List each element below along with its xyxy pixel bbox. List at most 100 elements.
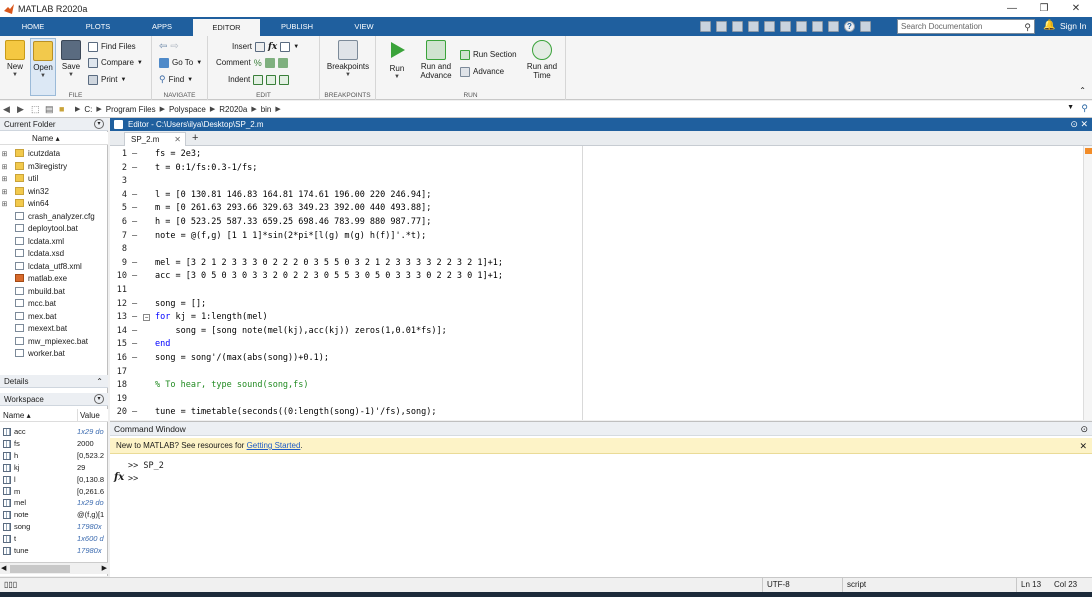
folder-list-item[interactable]: lcdata_utf8.xml (0, 261, 108, 274)
wrap-comment-icon[interactable] (277, 57, 288, 68)
back-forward-buttons[interactable]: ⇦ ⇨ (159, 40, 179, 53)
notification-bell-icon[interactable]: 🔔 (1043, 20, 1055, 31)
folder-list-item[interactable]: mex.bat (0, 311, 108, 324)
code-line[interactable]: 6– h = [0 523.25 587.33 659.25 698.46 783… (110, 216, 1083, 230)
editor-close-icon[interactable]: ✕ (1080, 119, 1088, 129)
tab-apps[interactable]: APPS (142, 17, 182, 36)
run-and-advance-button[interactable]: Run and Advance (416, 38, 456, 80)
layout-quick-icon[interactable] (828, 21, 839, 32)
code-line[interactable]: 4– l = [0 130.81 146.83 164.81 174.61 196… (110, 189, 1083, 203)
folder-list-item[interactable]: ⊞ icutzdata (0, 148, 108, 161)
folder-list-item[interactable]: mbuild.bat (0, 286, 108, 299)
command-window[interactable]: New to MATLAB? See resources for Getting… (110, 436, 1092, 577)
browse-folder-icon[interactable]: ▤ (45, 104, 55, 114)
increase-indent-icon[interactable] (266, 74, 277, 85)
code-line[interactable]: 16– song = song'/(max(abs(song))+0.1); (110, 352, 1083, 366)
folder-list-item[interactable]: ⊞ util (0, 173, 108, 186)
breadcrumb-bin[interactable]: bin (261, 105, 272, 114)
ws-name-column[interactable]: Name ▴ (3, 409, 31, 422)
folder-column-header[interactable]: Name ▴ (0, 132, 108, 145)
code-editor[interactable]: 1– fs = 2e3; 2– t = 0:1/fs:0.3-1/fs; 3 4– l = … (110, 146, 1083, 420)
run-button[interactable]: Run ▼ (385, 38, 409, 80)
search-documentation-input[interactable]: Search Documentation ⚲ (897, 19, 1035, 34)
code-line[interactable]: 1– fs = 2e3; (110, 148, 1083, 162)
search-icon[interactable]: ⚲ (1024, 21, 1031, 34)
code-line[interactable]: 14– song = [song note(mel(kj),acc(kj)) z… (110, 325, 1083, 339)
workspace-horizontal-scrollbar[interactable]: ◀ ▶ (0, 562, 108, 574)
breadcrumb-program-files[interactable]: Program Files (106, 105, 156, 114)
workspace-variable-row[interactable]: fs 2000 (0, 438, 108, 450)
workspace-variable-row[interactable]: l [0,130.8 (0, 474, 108, 486)
new-button[interactable]: New ▼ (3, 38, 27, 78)
forward-arrow-icon[interactable]: ⇨ (170, 41, 178, 52)
panel-actions-icon[interactable]: ▾ (94, 119, 104, 129)
editor-vertical-scrollbar[interactable] (1083, 146, 1092, 420)
smart-indent-icon[interactable] (253, 74, 264, 85)
folder-list-item[interactable]: mcc.bat (0, 298, 108, 311)
compare-button[interactable]: Compare ▼ (88, 56, 143, 69)
back-arrow-icon[interactable]: ⇦ (159, 41, 167, 52)
redo-quick-icon[interactable] (780, 21, 791, 32)
advance-button[interactable]: Advance (460, 65, 504, 78)
collapse-toolstrip-icon[interactable]: ⌃ (1079, 86, 1086, 95)
folder-list-item[interactable]: worker.bat (0, 348, 108, 361)
scroll-left-icon[interactable]: ◀ (1, 564, 6, 572)
go-to-button[interactable]: Go To ▼ (159, 56, 202, 69)
open-button[interactable]: Open ▼ (30, 38, 56, 96)
run-and-time-button[interactable]: Run and Time (524, 38, 560, 80)
code-analyzer-indicator[interactable] (1085, 148, 1092, 154)
breadcrumb-polyspace[interactable]: Polyspace (169, 105, 206, 114)
close-tab-icon[interactable]: ✕ (174, 133, 181, 146)
expand-plus-icon[interactable]: ⊞ (0, 187, 9, 199)
folder-list-item[interactable]: ⊞ m3iregistry (0, 161, 108, 174)
workspace-variable-row[interactable]: h [0,523.2 (0, 450, 108, 462)
expand-plus-icon[interactable]: ⊞ (0, 174, 9, 186)
find-files-button[interactable]: Find Files (88, 40, 136, 53)
insert-button[interactable]: Insert fx ▼ (232, 40, 299, 53)
breakpoint-marker[interactable]: – (132, 257, 137, 271)
save-quick-icon[interactable] (700, 21, 711, 32)
editor-file-tab[interactable]: SP_2.m ✕ (124, 132, 186, 146)
fx-icon[interactable]: fx (114, 472, 124, 483)
folder-list-item[interactable]: ⊞ win32 (0, 186, 108, 199)
workspace-variable-row[interactable]: song 17980x (0, 521, 108, 533)
breakpoint-marker[interactable]: – (132, 202, 137, 216)
breakpoints-button[interactable]: Breakpoints ▼ (324, 38, 372, 78)
workspace-variable-row[interactable]: tune 17980x (0, 545, 108, 557)
command-window-actions-icon[interactable]: ⊙ (1080, 422, 1088, 436)
insert-function-icon[interactable] (280, 41, 291, 52)
restore-button[interactable]: ❐ (1028, 0, 1060, 17)
workspace-variable-row[interactable]: kj 29 (0, 462, 108, 474)
tab-view[interactable]: VIEW (340, 17, 388, 36)
scroll-thumb[interactable] (10, 565, 70, 573)
code-line[interactable]: 19 (110, 393, 1083, 407)
save-button[interactable]: Save ▼ (59, 38, 83, 78)
minimize-button[interactable]: — (996, 0, 1028, 17)
code-line[interactable]: 13– for kj = 1:length(mel) − (110, 311, 1083, 325)
code-line[interactable]: 3 (110, 175, 1083, 189)
workspace-variable-row[interactable]: mel 1x29 do (0, 497, 108, 509)
workspace-variable-row[interactable]: note @(f,g)[1 (0, 509, 108, 521)
undo-quick-icon[interactable] (764, 21, 775, 32)
folder-list-item[interactable]: ⊞ win64 (0, 198, 108, 211)
tab-editor[interactable]: EDITOR (193, 17, 260, 36)
print-quick-icon[interactable] (812, 21, 823, 32)
breakpoint-marker[interactable]: – (132, 298, 137, 312)
breakpoint-marker[interactable]: – (132, 270, 137, 284)
chevron-up-icon[interactable]: ⌃ (96, 375, 103, 388)
command-prompt[interactable]: >> (128, 474, 138, 484)
paste-quick-icon[interactable] (748, 21, 759, 32)
help-icon[interactable]: ? (844, 21, 855, 32)
tab-publish[interactable]: PUBLISH (270, 17, 324, 36)
back-icon[interactable]: ◀ (3, 104, 13, 114)
code-line[interactable]: 5– m = [0 261.63 293.66 329.63 349.23 392… (110, 202, 1083, 216)
folder-list-item[interactable]: lcdata.xml (0, 236, 108, 249)
forward-icon[interactable]: ▶ (17, 104, 27, 114)
address-dropdown-icon[interactable]: ▼ (1067, 104, 1074, 111)
code-line[interactable]: 15– end (110, 338, 1083, 352)
breakpoint-marker[interactable]: – (132, 352, 137, 366)
copy-quick-icon[interactable] (732, 21, 743, 32)
up-folder-icon[interactable]: ⬚ (31, 104, 41, 114)
folder-list-item[interactable]: mw_mpiexec.bat (0, 336, 108, 349)
code-line[interactable]: 20– tune = timetable(seconds((0:length(so… (110, 406, 1083, 420)
